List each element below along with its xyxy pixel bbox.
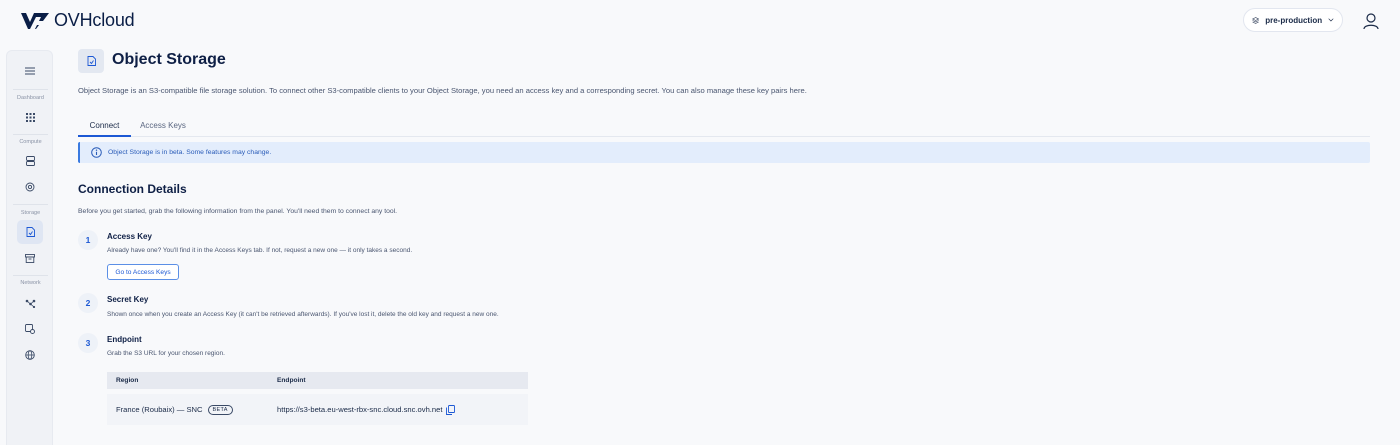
sidebar: Dashboard Compute Storage Network: [6, 50, 53, 445]
sidebar-divider: [13, 89, 48, 90]
network-nodes-icon: [25, 299, 35, 308]
copy-icon[interactable]: [446, 404, 456, 415]
tab-access-keys[interactable]: Access Keys: [138, 117, 188, 137]
user-icon[interactable]: [1362, 12, 1380, 30]
menu-toggle-button[interactable]: [17, 59, 43, 83]
step-description: Shown once when you create an Access Key…: [107, 311, 499, 318]
section-title: Connection Details: [78, 182, 187, 196]
globe-icon: [25, 350, 35, 360]
sidebar-item-instances[interactable]: [17, 149, 43, 173]
beta-badge: BETA: [207, 404, 233, 415]
environment-label: pre-production: [1265, 15, 1323, 25]
object-storage-icon: [26, 227, 35, 237]
object-storage-page-icon: [78, 49, 104, 73]
sidebar-item-object-storage[interactable]: [17, 220, 43, 244]
step-number: 3: [78, 333, 98, 353]
column-header-endpoint: Endpoint: [277, 377, 306, 384]
table-row: France (Roubaix) — SNC BETA https://s3-b…: [107, 394, 528, 425]
region-cell: France (Roubaix) — SNC BETA: [107, 404, 277, 415]
step-description: Already have one? You'll find it in the …: [107, 247, 413, 254]
step-title-access-key: Access Key: [107, 232, 152, 241]
sidebar-divider: [13, 275, 48, 276]
brand-logo[interactable]: OVHcloud: [20, 10, 135, 31]
sidebar-group-compute: Compute: [19, 139, 42, 145]
sidebar-group-dashboard: Dashboard: [17, 95, 44, 101]
page-intro: Object Storage is an S3-compatible file …: [78, 86, 807, 95]
endpoint-table: Region Endpoint France (Roubaix) — SNC B…: [107, 372, 528, 425]
info-icon: [91, 147, 102, 158]
section-description: Before you get started, grab the followi…: [78, 208, 398, 215]
gateway-icon: [25, 324, 35, 334]
endpoint-url[interactable]: https://s3-beta.eu-west-rbx-snc.cloud.sn…: [277, 405, 442, 414]
layers-icon: [1252, 16, 1260, 24]
sidebar-item-load-balancer[interactable]: [17, 317, 43, 341]
server-icon: [25, 156, 35, 166]
endpoint-cell: https://s3-beta.eu-west-rbx-snc.cloud.sn…: [277, 404, 528, 415]
beta-info-banner: Object Storage is in beta. Some features…: [78, 142, 1370, 163]
chip-icon: [25, 182, 35, 192]
banner-text: Object Storage is in beta. Some features…: [108, 149, 272, 156]
column-header-region: Region: [116, 377, 139, 384]
archive-icon: [25, 253, 35, 263]
sidebar-divider: [13, 134, 48, 135]
sidebar-item-archive[interactable]: [17, 246, 43, 270]
sidebar-item-public-ip[interactable]: [17, 343, 43, 367]
brand-name: OVHcloud: [54, 10, 135, 30]
table-header: Region Endpoint: [107, 372, 528, 389]
sidebar-group-network: Network: [20, 280, 41, 286]
step-description: Grab the S3 URL for your chosen region.: [107, 350, 225, 357]
hamburger-icon: [25, 67, 35, 75]
sidebar-item-dashboard[interactable]: [17, 105, 43, 129]
page-title: Object Storage: [112, 51, 226, 68]
sidebar-item-private-network[interactable]: [17, 291, 43, 315]
region-name: France (Roubaix) — SNC: [116, 405, 203, 414]
tab-connect[interactable]: Connect: [78, 117, 131, 137]
ovh-logo-icon: [21, 12, 49, 29]
go-to-access-keys-button[interactable]: Go to Access Keys: [107, 264, 179, 280]
step-title-endpoint: Endpoint: [107, 335, 142, 344]
step-title-secret-key: Secret Key: [107, 295, 149, 304]
sidebar-group-storage: Storage: [20, 210, 41, 216]
tab-bar: Connect Access Keys: [78, 117, 1370, 137]
environment-selector[interactable]: pre-production: [1243, 8, 1343, 32]
step-number: 2: [78, 293, 98, 313]
object-storage-icon: [87, 56, 96, 66]
sidebar-item-compute-network[interactable]: [17, 175, 43, 199]
chevron-down-icon: [1328, 18, 1334, 22]
sidebar-divider: [13, 204, 48, 205]
top-bar: OVHcloud pre-production: [0, 0, 1400, 42]
step-number: 1: [78, 230, 98, 250]
grid-icon: [25, 112, 35, 122]
